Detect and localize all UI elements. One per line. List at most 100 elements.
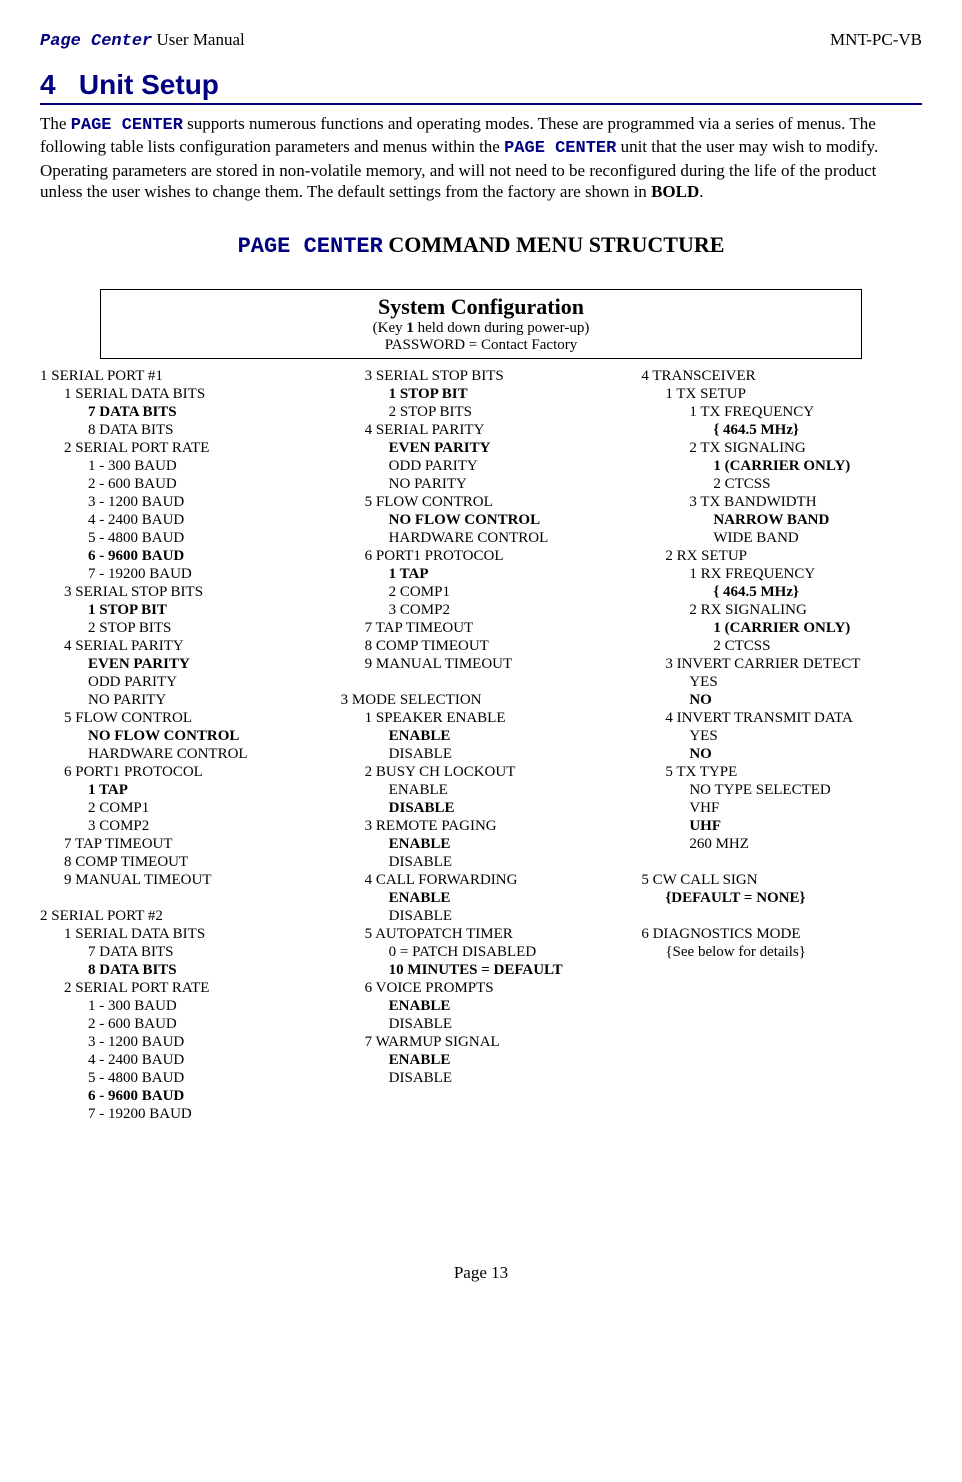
menu-item: DISABLE xyxy=(341,745,622,763)
product-name-inline: PAGE CENTER xyxy=(504,139,616,158)
menu-item: 4 - 2400 BAUD xyxy=(40,511,321,529)
menu-item: NO FLOW CONTROL xyxy=(40,727,321,745)
menu-item: 5 - 4800 BAUD xyxy=(40,529,321,547)
menu-item: 1 SERIAL PORT #1 xyxy=(40,367,321,385)
header-right: MNT-PC-VB xyxy=(830,30,922,51)
menu-item: 2 CTCSS xyxy=(641,637,922,655)
menu-item: 5 FLOW CONTROL xyxy=(40,709,321,727)
menu-item: 3 COMP2 xyxy=(341,601,622,619)
menu-item: UHF xyxy=(641,817,922,835)
menu-item: 8 COMP TIMEOUT xyxy=(341,637,622,655)
menu-item: 8 COMP TIMEOUT xyxy=(40,853,321,871)
menu-item: 2 CTCSS xyxy=(641,475,922,493)
section-heading: 4 Unit Setup xyxy=(40,69,922,105)
menu-column-3: 4 TRANSCEIVER1 TX SETUP1 TX FREQUENCY{ 4… xyxy=(641,367,922,1123)
menu-item: 2 RX SIGNALING xyxy=(641,601,922,619)
menu-item: 2 SERIAL PORT RATE xyxy=(40,439,321,457)
menu-item: 1 STOP BIT xyxy=(40,601,321,619)
product-name-inline: PAGE CENTER xyxy=(71,116,183,135)
menu-item xyxy=(341,673,622,691)
sysconf-key: 1 xyxy=(406,320,414,336)
menu-item xyxy=(641,853,922,871)
menu-item: 2 TX SIGNALING xyxy=(641,439,922,457)
menu-item: 10 MINUTES = DEFAULT xyxy=(341,961,622,979)
menu-item: 6 VOICE PROMPTS xyxy=(341,979,622,997)
menu-item: 6 PORT1 PROTOCOL xyxy=(40,763,321,781)
menu-item: 5 FLOW CONTROL xyxy=(341,493,622,511)
menu-item: 1 STOP BIT xyxy=(341,385,622,403)
menu-item: { 464.5 MHz} xyxy=(641,421,922,439)
menu-item: ENABLE xyxy=(341,997,622,1015)
menu-item: 6 DIAGNOSTICS MODE xyxy=(641,925,922,943)
menu-item: 5 - 4800 BAUD xyxy=(40,1069,321,1087)
menu-item: 4 SERIAL PARITY xyxy=(341,421,622,439)
menu-item: {See below for details} xyxy=(641,943,922,961)
menu-item: 2 STOP BITS xyxy=(341,403,622,421)
menu-item: NO PARITY xyxy=(40,691,321,709)
menu-item: 2 RX SETUP xyxy=(641,547,922,565)
menu-item: 3 MODE SELECTION xyxy=(341,691,622,709)
menu-item: ENABLE xyxy=(341,889,622,907)
menu-item: NO PARITY xyxy=(341,475,622,493)
menu-item: 1 SPEAKER ENABLE xyxy=(341,709,622,727)
menu-title-rest: COMMAND MENU STRUCTURE xyxy=(383,232,725,257)
menu-item: DISABLE xyxy=(341,907,622,925)
menu-item: 1 RX FREQUENCY xyxy=(641,565,922,583)
menu-item: 6 - 9600 BAUD xyxy=(40,547,321,565)
menu-item: 9 MANUAL TIMEOUT xyxy=(40,871,321,889)
menu-item: 8 DATA BITS xyxy=(40,961,321,979)
menu-item: WIDE BAND xyxy=(641,529,922,547)
menu-item xyxy=(641,907,922,925)
menu-item: 1 TX FREQUENCY xyxy=(641,403,922,421)
menu-item: 7 DATA BITS xyxy=(40,403,321,421)
system-configuration-box: System Configuration (Key 1 held down du… xyxy=(100,289,862,359)
sysconf-text: held down during power-up) xyxy=(414,320,590,336)
menu-item: 9 MANUAL TIMEOUT xyxy=(341,655,622,673)
menu-item: DISABLE xyxy=(341,853,622,871)
menu-item: 3 INVERT CARRIER DETECT xyxy=(641,655,922,673)
menu-item: ENABLE xyxy=(341,727,622,745)
menu-item: 2 SERIAL PORT RATE xyxy=(40,979,321,997)
menu-item: 2 SERIAL PORT #2 xyxy=(40,907,321,925)
menu-item: 5 TX TYPE xyxy=(641,763,922,781)
menu-item: HARDWARE CONTROL xyxy=(40,745,321,763)
menu-item: YES xyxy=(641,727,922,745)
menu-item: 3 COMP2 xyxy=(40,817,321,835)
menu-item: 5 AUTOPATCH TIMER xyxy=(341,925,622,943)
menu-columns: 1 SERIAL PORT #1 1 SERIAL DATA BITS 7 DATA… xyxy=(40,367,922,1123)
menu-item: 7 TAP TIMEOUT xyxy=(40,835,321,853)
menu-item: { 464.5 MHz} xyxy=(641,583,922,601)
sysconf-text: (Key xyxy=(373,320,407,336)
menu-item: 1 SERIAL DATA BITS xyxy=(40,925,321,943)
menu-item: 4 INVERT TRANSMIT DATA xyxy=(641,709,922,727)
menu-item: 4 TRANSCEIVER xyxy=(641,367,922,385)
menu-item: 3 REMOTE PAGING xyxy=(341,817,622,835)
menu-item: 2 - 600 BAUD xyxy=(40,1015,321,1033)
intro-text: . xyxy=(699,182,703,201)
menu-item: VHF xyxy=(641,799,922,817)
sysconf-sub2: PASSWORD = Contact Factory xyxy=(101,337,861,354)
menu-item: 4 SERIAL PARITY xyxy=(40,637,321,655)
menu-structure-title: PAGE CENTER COMMAND MENU STRUCTURE xyxy=(40,232,922,259)
menu-item: ODD PARITY xyxy=(40,673,321,691)
menu-item: 7 WARMUP SIGNAL xyxy=(341,1033,622,1051)
bold-word: BOLD xyxy=(651,182,699,201)
menu-item: EVEN PARITY xyxy=(40,655,321,673)
menu-item: 1 (CARRIER ONLY) xyxy=(641,457,922,475)
intro-text: The xyxy=(40,114,71,133)
menu-item: 1 TAP xyxy=(40,781,321,799)
menu-item: 6 PORT1 PROTOCOL xyxy=(341,547,622,565)
menu-item: 7 - 19200 BAUD xyxy=(40,565,321,583)
menu-item: DISABLE xyxy=(341,799,622,817)
menu-item: 1 - 300 BAUD xyxy=(40,997,321,1015)
menu-item: YES xyxy=(641,673,922,691)
menu-item: DISABLE xyxy=(341,1069,622,1087)
sysconf-sub1: (Key 1 held down during power-up) xyxy=(101,320,861,337)
menu-item: 4 - 2400 BAUD xyxy=(40,1051,321,1069)
menu-item: 1 TAP xyxy=(341,565,622,583)
menu-item: 3 - 1200 BAUD xyxy=(40,493,321,511)
menu-column-2: 3 SERIAL STOP BITS1 STOP BIT2 STOP BITS4… xyxy=(341,367,622,1123)
doc-type: User Manual xyxy=(152,30,245,49)
menu-item: 2 - 600 BAUD xyxy=(40,475,321,493)
menu-item: NARROW BAND xyxy=(641,511,922,529)
